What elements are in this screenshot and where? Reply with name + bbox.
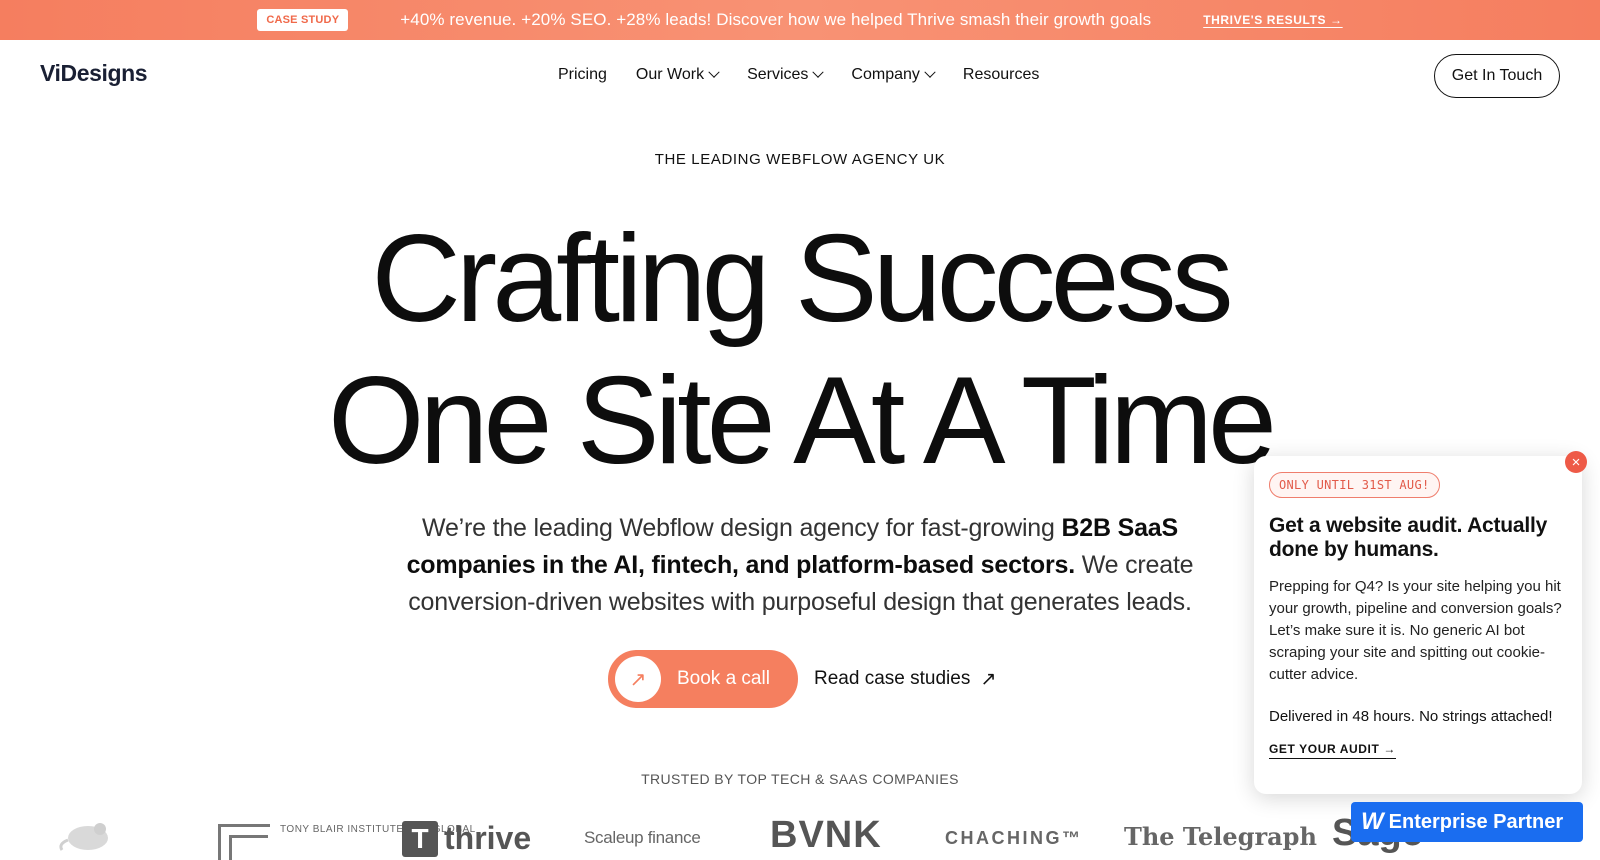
chaching-logo: CHACHING™ xyxy=(945,828,1083,848)
bvnk-logo: BVNK xyxy=(770,814,882,856)
arrow-up-right-icon: ↗ xyxy=(980,668,997,690)
nav-item-our-work[interactable]: Our Work xyxy=(635,66,720,84)
arrow-up-right-icon: ↗ xyxy=(615,656,661,702)
hero-eyebrow: THE LEADING WEBFLOW AGENCY UK xyxy=(654,151,946,168)
popup-body-secondary: Delivered in 48 hours. No strings attach… xyxy=(1269,708,1553,725)
get-in-touch-button[interactable]: Get In Touch xyxy=(1434,54,1560,98)
tony-blair-text: TONY BLAIR INSTITUTE FOR GLOBAL xyxy=(280,824,476,835)
nav-item-label: Resources xyxy=(962,66,1040,83)
book-a-call-button[interactable]: ↗ Book a call xyxy=(608,650,798,708)
thrive-results-link[interactable]: THRIVE'S RESULTS → xyxy=(1203,13,1342,27)
nav-item-resources[interactable]: Resources xyxy=(963,66,1039,84)
nav-item-company[interactable]: Company xyxy=(851,66,936,84)
hero-cta-row: ↗ Book a call Read case studies ↗ xyxy=(608,650,996,708)
popup-title: Get a website audit. Actually done by hu… xyxy=(1269,514,1548,561)
telegraph-logo: The Telegraph xyxy=(1124,822,1317,851)
nav-item-label: Services xyxy=(747,66,809,83)
mouse-logo xyxy=(59,823,108,851)
tony-blair-mark-icon xyxy=(218,824,270,860)
deadline-tag: ONLY UNTIL 31ST AUG! xyxy=(1269,472,1440,498)
case-study-badge: CASE STUDY xyxy=(257,9,349,31)
chevron-down-icon xyxy=(812,66,825,78)
thrive-wordmark: thrive xyxy=(444,820,532,856)
webflow-icon: W xyxy=(1361,808,1384,835)
read-case-studies-link[interactable]: Read case studies ↗ xyxy=(814,668,996,691)
close-icon[interactable]: × xyxy=(1565,451,1587,473)
hero-title: Crafting Success One Site At A Time xyxy=(0,208,1600,492)
read-case-studies-label: Read case studies xyxy=(814,668,971,689)
site-header: ViDesigns Pricing Our Work Services Comp… xyxy=(0,40,1600,112)
hero-title-line-1: Crafting Success xyxy=(371,210,1233,348)
nav-item-label: Pricing xyxy=(558,66,607,83)
chevron-down-icon xyxy=(708,66,720,78)
thrive-logo: T thrive xyxy=(402,820,531,857)
chevron-down-icon xyxy=(924,66,936,78)
nav-item-pricing[interactable]: Pricing xyxy=(558,66,607,84)
enterprise-partner-label: Enterprise Partner xyxy=(1388,810,1564,833)
hero-title-line-2: One Site At A Time xyxy=(328,352,1277,490)
tony-blair-institute-logo: TONY BLAIR INSTITUTE FOR GLOBAL xyxy=(218,824,476,860)
audit-popup: ONLY UNTIL 31ST AUG! Get a website audit… xyxy=(1254,456,1582,794)
scaleup-finance-logo: Scaleup finance xyxy=(584,828,701,847)
announcement-bar: CASE STUDY +40% revenue. +20% SEO. +28% … xyxy=(0,0,1600,40)
thrive-mark-icon: T xyxy=(402,820,438,857)
nav-item-label: Company xyxy=(851,66,920,83)
book-a-call-label: Book a call xyxy=(677,668,770,689)
enterprise-partner-badge[interactable]: W Enterprise Partner xyxy=(1351,802,1583,842)
get-your-audit-link[interactable]: GET YOUR AUDIT → xyxy=(1269,742,1396,759)
brand-logo[interactable]: ViDesigns xyxy=(40,60,148,87)
hero-subtitle: We’re the leading Webflow design agency … xyxy=(360,510,1240,621)
main-nav: Pricing Our Work Services Company Resour… xyxy=(558,66,1039,84)
nav-item-label: Our Work xyxy=(635,66,705,83)
announcement-text: +40% revenue. +20% SEO. +28% leads! Disc… xyxy=(400,10,1152,29)
hero-subtitle-pre: We’re the leading Webflow design agency … xyxy=(422,514,1062,542)
popup-body: Prepping for Q4? Is your site helping yo… xyxy=(1269,578,1562,683)
nav-item-services[interactable]: Services xyxy=(747,66,825,84)
